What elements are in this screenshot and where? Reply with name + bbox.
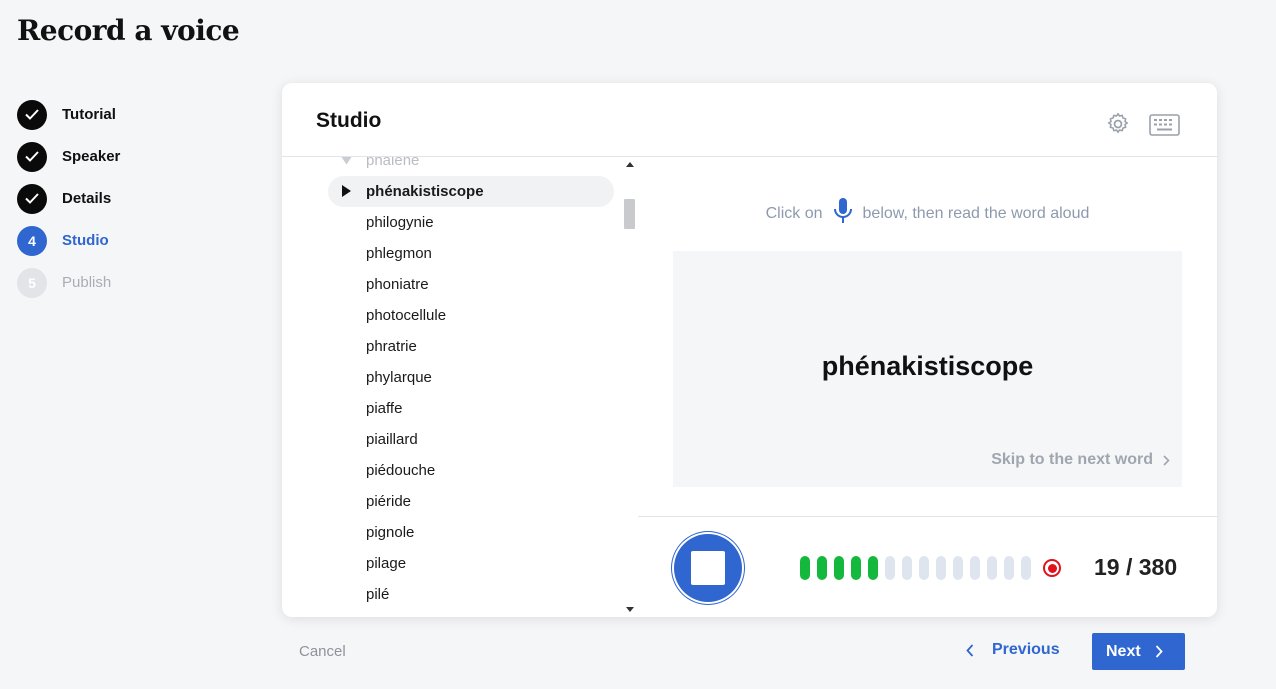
next-label: Next <box>1106 642 1141 660</box>
level-bar <box>987 556 997 580</box>
page-title: Record a voice <box>17 14 240 47</box>
level-bar <box>800 556 810 580</box>
caret-icon <box>340 157 353 165</box>
step-number: 4 <box>17 225 47 256</box>
keyboard-icon[interactable] <box>1149 114 1180 141</box>
level-bar <box>834 556 844 580</box>
stepper: Tutorial Speaker Details 4 Studio 5 Publ… <box>17 99 120 309</box>
stop-icon <box>691 551 725 585</box>
word-list: phalène phénakistiscope philogynie phlegmon… <box>328 157 614 617</box>
word-list-item-label: pilage <box>366 555 407 572</box>
word-list-item[interactable]: pinceauvilla <box>328 610 614 617</box>
step-details[interactable]: Details <box>17 183 120 214</box>
microphone-icon <box>831 197 855 230</box>
word-list-item[interactable]: phlegmon <box>328 238 614 269</box>
word-list-item-label: piédouche <box>366 462 436 479</box>
previous-label: Previous <box>992 641 1060 658</box>
step-label: Publish <box>62 274 112 291</box>
level-bar <box>936 556 946 580</box>
word-list-item[interactable]: piaillard <box>328 424 614 455</box>
step-label: Tutorial <box>62 106 116 123</box>
level-bar <box>953 556 963 580</box>
word-list-item-label: pilé <box>366 586 390 603</box>
word-list-item[interactable]: phénakistiscope <box>328 176 614 207</box>
word-list-item-label: phoniatre <box>366 276 429 293</box>
level-bar <box>970 556 980 580</box>
studio-card: Studio phalène phénakistiscope philogynie p… <box>282 83 1217 617</box>
chevron-left-icon <box>966 643 974 657</box>
step-tutorial[interactable]: Tutorial <box>17 99 120 130</box>
instruction-text: Click on below, then read the word aloud <box>638 197 1217 230</box>
scroll-up-arrow-icon[interactable] <box>626 162 634 167</box>
word-list-item-label: phénakistiscope <box>366 183 484 200</box>
word-list-item[interactable]: photocellule <box>328 300 614 331</box>
step-publish: 5 Publish <box>17 267 120 298</box>
word-list-item[interactable]: phoniatre <box>328 269 614 300</box>
recorder-bar: 19 / 380 <box>638 516 1217 617</box>
word-list-item-label: philogynie <box>366 214 434 231</box>
level-bar <box>868 556 878 580</box>
instruction-before: Click on <box>765 204 823 222</box>
word-list-item[interactable]: pignole <box>328 517 614 548</box>
word-list-pane[interactable]: phalène phénakistiscope philogynie phlegmon… <box>282 157 637 617</box>
word-list-scrollbar[interactable] <box>622 157 637 617</box>
level-bar <box>919 556 929 580</box>
level-bar <box>902 556 912 580</box>
word-list-item-label: phlegmon <box>366 245 432 262</box>
recording-area: Click on below, then read the word aloud… <box>638 157 1217 617</box>
word-list-item[interactable]: pilage <box>328 548 614 579</box>
word-list-item-label: phylarque <box>366 369 432 386</box>
level-bar <box>817 556 827 580</box>
current-word: phénakistiscope <box>821 351 1034 381</box>
check-icon <box>17 99 47 130</box>
word-counter: 19 / 380 <box>1094 554 1178 580</box>
word-list-item[interactable]: pilé <box>328 579 614 610</box>
stop-recording-button[interactable] <box>672 532 744 604</box>
studio-header: Studio <box>282 83 1217 157</box>
scroll-down-arrow-icon[interactable] <box>626 607 634 612</box>
studio-title: Studio <box>316 109 382 132</box>
word-list-item-label: phalène <box>366 157 420 169</box>
word-display: phénakistiscope Skip to the next word <box>673 251 1182 487</box>
check-icon <box>17 141 47 172</box>
cancel-button[interactable]: Cancel <box>299 643 346 660</box>
audio-level-meter <box>800 556 1031 580</box>
word-list-item[interactable]: phratrie <box>328 331 614 362</box>
level-bar <box>1004 556 1014 580</box>
word-list-item[interactable]: piédouche <box>328 455 614 486</box>
play-caret-icon <box>342 185 351 197</box>
word-list-item-label: piaillard <box>366 431 418 448</box>
step-number: 5 <box>17 267 47 298</box>
word-list-item[interactable]: phylarque <box>328 362 614 393</box>
skip-word-link[interactable]: Skip to the next word <box>991 451 1170 469</box>
chevron-right-icon <box>1163 454 1170 466</box>
scroll-thumb[interactable] <box>624 199 635 229</box>
word-list-item-label: piéride <box>366 493 412 510</box>
instruction-after: below, then read the word aloud <box>862 204 1090 222</box>
word-list-item[interactable]: philogynie <box>328 207 614 238</box>
word-list-item-label: piaffe <box>366 400 403 417</box>
step-studio[interactable]: 4 Studio <box>17 225 120 256</box>
word-list-item[interactable]: phalène <box>328 157 614 176</box>
level-bar <box>885 556 895 580</box>
check-icon <box>17 183 47 214</box>
gear-icon[interactable] <box>1105 111 1131 142</box>
recording-indicator-icon <box>1043 559 1061 577</box>
previous-button[interactable]: Previous <box>966 641 1060 659</box>
step-speaker[interactable]: Speaker <box>17 141 120 172</box>
word-list-item-label: pignole <box>366 524 415 541</box>
next-button[interactable]: Next <box>1092 633 1185 670</box>
chevron-right-icon <box>1155 645 1163 658</box>
word-list-item[interactable]: piaffe <box>328 393 614 424</box>
skip-word-label: Skip to the next word <box>991 451 1153 468</box>
level-bar <box>851 556 861 580</box>
step-label: Details <box>62 190 112 207</box>
step-label: Speaker <box>62 148 121 165</box>
word-list-item-label: phratrie <box>366 338 417 355</box>
step-label: Studio <box>62 232 109 249</box>
level-bar <box>1021 556 1031 580</box>
word-list-item-label: photocellule <box>366 307 447 324</box>
word-list-item[interactable]: piéride <box>328 486 614 517</box>
